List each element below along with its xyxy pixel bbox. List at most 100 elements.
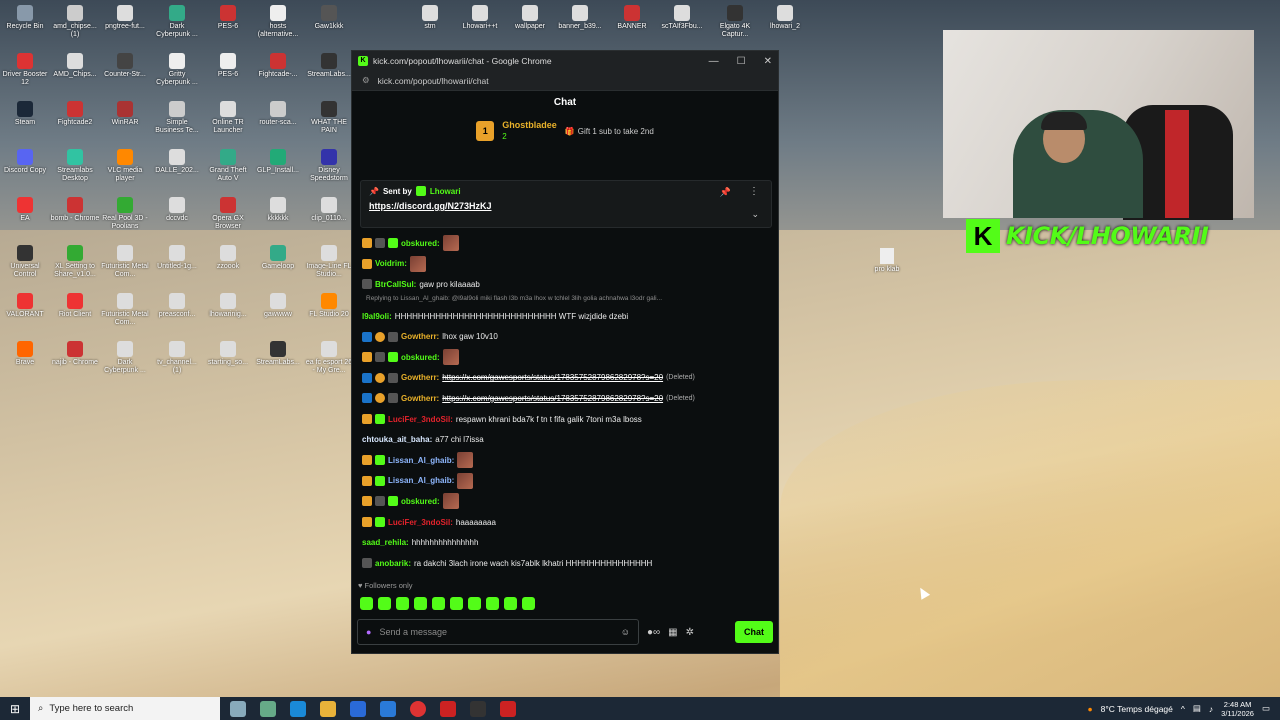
desktop-icon[interactable]: Counter-Str... xyxy=(100,53,150,79)
desktop-icon[interactable]: dccvdc xyxy=(152,197,202,223)
send-chat-button[interactable]: Chat xyxy=(735,621,773,643)
chat-username[interactable]: l9al9oli: xyxy=(362,312,392,321)
task-view-icon[interactable] xyxy=(230,700,246,717)
desktop-icon[interactable]: Online TR Launcher xyxy=(203,101,253,135)
desktop-icon[interactable]: Gameloop xyxy=(253,245,303,271)
chat-link[interactable]: https://x.com/gawesports/status/17835752… xyxy=(442,394,663,403)
desktop-icon[interactable]: Dark Cyberpunk ... xyxy=(152,5,202,39)
chat-message[interactable]: saad_rehila: hhhhhhhhhhhhhhh xyxy=(362,532,768,553)
desktop-icon[interactable]: DALLE_202... xyxy=(152,149,202,175)
edge-icon[interactable] xyxy=(290,700,306,717)
desktop-icon[interactable]: zzoook xyxy=(203,245,253,271)
copilot-icon[interactable] xyxy=(260,700,276,717)
desktop-icon[interactable]: Opera GX Browser xyxy=(203,197,253,231)
maximize-icon[interactable]: ☐ xyxy=(737,56,746,67)
chat-username[interactable]: obskured: xyxy=(401,353,440,362)
chat-username[interactable]: LuciFer_3ndoSil: xyxy=(388,415,453,424)
chat-message[interactable]: Lissan_Al_ghaib: xyxy=(362,471,768,492)
emote-icon[interactable] xyxy=(360,597,373,610)
emote-icon[interactable] xyxy=(504,597,517,610)
desktop-icon[interactable]: pngtree-fut... xyxy=(100,5,150,31)
desktop-icon[interactable]: VLC media player xyxy=(100,149,150,183)
gear-icon[interactable]: ✲ xyxy=(686,627,694,638)
tray-arrow-icon[interactable]: ^ xyxy=(1181,704,1185,714)
chat-message[interactable]: Gowtherr: https://x.com/gawesports/status… xyxy=(362,388,768,409)
network-icon[interactable]: ▤ xyxy=(1193,703,1201,714)
emote-icon[interactable] xyxy=(378,597,391,610)
desktop-icon[interactable]: Fightcade2 xyxy=(50,101,100,127)
chat-message[interactable]: anobarik: ra dakchi 3lach irone wach kis7… xyxy=(362,553,768,574)
desktop-icon[interactable]: Real Pool 3D - Poolians xyxy=(100,197,150,231)
weather-text[interactable]: 8°C Temps dégagé xyxy=(1101,704,1173,714)
desktop-icon[interactable]: lhowari_2 xyxy=(760,5,810,31)
desktop-icon[interactable]: preasconf... xyxy=(152,293,202,319)
chat-username[interactable]: BtrCallSul: xyxy=(375,280,416,289)
pinned-link[interactable]: https://discord.gg/N273HzKJ xyxy=(369,201,763,211)
desktop-icon[interactable]: Disney Speedstorm xyxy=(304,149,354,183)
outlook-icon[interactable] xyxy=(380,700,396,717)
desktop-icon[interactable]: Dark Cyberpunk ... xyxy=(100,341,150,375)
pin-icon[interactable]: 📌 xyxy=(720,187,731,198)
close-icon[interactable]: ✕ xyxy=(764,56,772,67)
desktop-icon[interactable]: Discord Copy xyxy=(0,149,50,175)
emote-icon[interactable] xyxy=(432,597,445,610)
emote-icon[interactable] xyxy=(450,597,463,610)
chat-message[interactable]: Voidrim: xyxy=(362,254,768,275)
desktop-icon[interactable]: BANNER xyxy=(607,5,657,31)
desktop-icon[interactable]: wallpaper xyxy=(505,5,555,31)
desktop-icon[interactable]: StreamLabs... xyxy=(253,341,303,367)
reply-context[interactable]: Replying to Lissan_Al_ghaib: @l9al9oli m… xyxy=(362,295,768,306)
chat-message[interactable]: LuciFer_3ndoSil: respawn khrani bda7k f t… xyxy=(362,409,768,430)
message-input[interactable]: ● Send a message ☺ xyxy=(357,619,639,645)
desktop-icon[interactable]: banner_b39... xyxy=(555,5,605,31)
chat-username[interactable]: Voidrim: xyxy=(375,259,407,268)
chat-message[interactable]: obskured: xyxy=(362,491,768,512)
desktop-icon[interactable]: AMD_Chips... xyxy=(50,53,100,79)
desktop-icon[interactable]: hosts (alternative... xyxy=(253,5,303,39)
chat-username[interactable]: Gowtherr: xyxy=(401,373,439,382)
desktop-icon[interactable]: ea fc esport 26 - My Gre... xyxy=(304,341,354,375)
desktop-icon[interactable]: Recycle Bin xyxy=(0,5,50,31)
microphone-icon[interactable]: ● xyxy=(366,627,371,637)
chat-username[interactable]: Lissan_Al_ghaib: xyxy=(388,456,454,465)
chat-username[interactable]: obskured: xyxy=(401,239,440,248)
site-info-icon[interactable]: ⚙ xyxy=(362,75,370,86)
desktop-icon[interactable]: Driver Booster 12 xyxy=(0,53,50,87)
store-icon[interactable] xyxy=(350,700,366,717)
pinned-sender-name[interactable]: Lhowari xyxy=(430,187,461,196)
app-icon[interactable] xyxy=(500,700,516,717)
desktop-icon[interactable]: Image-Line FL Studio... xyxy=(304,245,354,279)
desktop-icon[interactable]: WHAT THE PAIN xyxy=(304,101,354,135)
desktop-icon[interactable]: PES-6 xyxy=(203,5,253,31)
volume-icon[interactable]: ♪ xyxy=(1209,704,1213,714)
emote-icon[interactable] xyxy=(522,597,535,610)
desktop-icon[interactable]: Simple Business Te... xyxy=(152,101,202,135)
desktop-icon[interactable]: Lhowari++t xyxy=(455,5,505,31)
desktop-icon[interactable]: bomb - Chrome xyxy=(50,197,100,223)
chat-message[interactable]: obskured: xyxy=(362,347,768,368)
desktop-icon[interactable]: lhowarinig... xyxy=(203,293,253,319)
chat-username[interactable]: obskured: xyxy=(401,497,440,506)
desktop-icon[interactable]: Streamlabs Desktop xyxy=(50,149,100,183)
desktop-icon[interactable]: Futuristic Metal Com... xyxy=(100,293,150,327)
chat-message[interactable]: obskured: xyxy=(362,233,768,254)
chat-message[interactable]: l9al9oli: HHHHHHHHHHHHHHHHHHHHHHHHHHHH WT… xyxy=(362,306,768,327)
desktop-icon[interactable]: PES-6 xyxy=(203,53,253,79)
desktop-icon[interactable]: scTAIf3Fbu... xyxy=(657,5,707,31)
chat-message[interactable]: Lissan_Al_ghaib: xyxy=(362,450,768,471)
desktop-icon[interactable]: router-sca... xyxy=(253,101,303,127)
desktop-icon[interactable]: Brave xyxy=(0,341,50,367)
emote-icon[interactable] xyxy=(414,597,427,610)
windows-start-icon[interactable]: ⊞ xyxy=(0,702,30,716)
chat-messages[interactable]: obskured: Voidrim: BtrCallSul: gaw pro kila… xyxy=(352,233,778,573)
desktop-icon[interactable]: FL Studio 20 xyxy=(304,293,354,319)
desktop-icon[interactable]: Universal Control xyxy=(0,245,50,279)
taskbar-search[interactable]: ⌕ Type here to search xyxy=(30,697,220,720)
desktop-icon[interactable]: Riot Client xyxy=(50,293,100,319)
chat-username[interactable]: Gowtherr: xyxy=(401,332,439,341)
clock[interactable]: 2:48 AM 3/11/2026 xyxy=(1221,700,1254,718)
desktop-icon[interactable]: WinRAR xyxy=(100,101,150,127)
desktop-icon[interactable]: GLP_Install... xyxy=(253,149,303,175)
desktop-icon[interactable]: kkkkkk xyxy=(253,197,303,223)
gift-box-icon[interactable]: ▦ xyxy=(668,627,677,638)
